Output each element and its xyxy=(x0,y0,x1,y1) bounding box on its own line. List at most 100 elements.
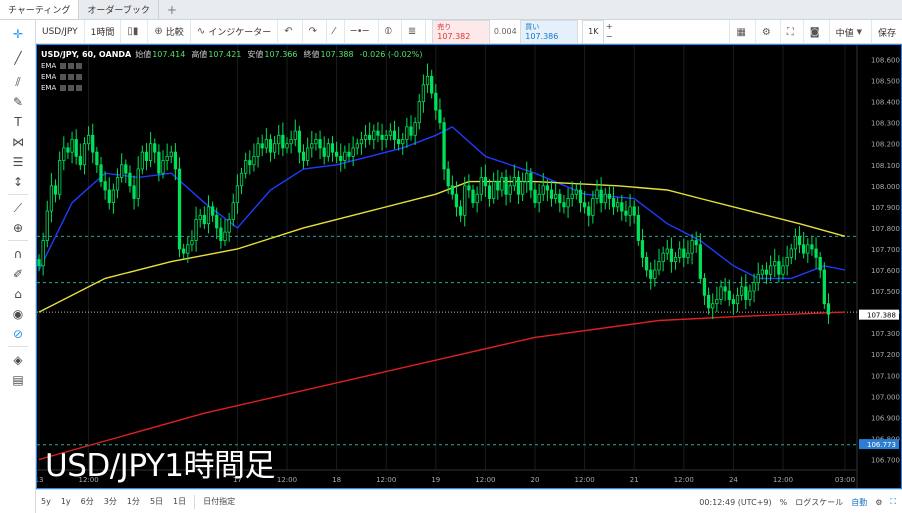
candle-body xyxy=(405,126,409,140)
tab-orderbook[interactable]: オーダーブック xyxy=(79,0,159,19)
add-tab-icon[interactable]: + xyxy=(159,0,185,19)
undo-button[interactable]: ↶ xyxy=(278,19,303,44)
tab-charting[interactable]: チャーティング xyxy=(0,0,80,19)
fullscreen-button[interactable]: ⛶ xyxy=(779,20,803,44)
candle-body xyxy=(467,185,471,191)
snapshot-button[interactable]: ◙ xyxy=(802,20,829,44)
candle-body xyxy=(153,143,157,153)
candle-body xyxy=(454,193,459,208)
indicator-row-2[interactable]: EMA xyxy=(41,71,428,82)
fib-tool-button[interactable]: ≣ xyxy=(402,19,427,44)
candle-body xyxy=(748,290,752,300)
pattern-icon[interactable]: ⋈ xyxy=(0,132,36,152)
candle-body xyxy=(363,134,368,140)
redo-button[interactable]: ↷ xyxy=(303,19,327,44)
expand-icon[interactable]: ⛶ xyxy=(890,497,896,507)
range-3m[interactable]: 3分 xyxy=(99,496,122,507)
layers-icon[interactable]: ◈ xyxy=(0,350,36,370)
candle-body xyxy=(49,185,54,212)
interval-selector[interactable]: 1時間 xyxy=(85,19,122,44)
clock[interactable]: 00:12:49 (UTC+9) xyxy=(699,498,771,507)
pitchfork-icon[interactable]: ⫽ xyxy=(0,72,36,92)
hline-tool-icon: ─•─ xyxy=(350,26,369,37)
candle-body xyxy=(297,130,302,153)
range-5y[interactable]: 5y xyxy=(36,497,56,506)
candle-body xyxy=(128,172,132,187)
chart-area[interactable]: 108.600 108.500 108.400 108.300 108.200 108.1… xyxy=(36,44,902,489)
range-1y[interactable]: 1y xyxy=(56,497,76,506)
candle-body xyxy=(549,189,554,199)
vline-tool-button[interactable]: ⦶ xyxy=(379,19,402,44)
candle-body xyxy=(711,303,715,309)
candle-body xyxy=(310,143,314,149)
hline-tool-button[interactable]: ─•─ xyxy=(345,19,379,44)
candle-body xyxy=(603,193,607,204)
range-6m[interactable]: 6分 xyxy=(76,496,99,507)
candle-body xyxy=(78,155,82,166)
candle-body xyxy=(136,168,140,199)
trendline-tool-button[interactable]: ⁄ xyxy=(327,19,345,44)
link-icon[interactable]: ⊘ xyxy=(0,324,36,344)
save-button[interactable]: 保存 xyxy=(870,20,902,44)
legend-symbol[interactable]: USD/JPY, 60, OANDA xyxy=(41,50,131,59)
text-icon[interactable]: T xyxy=(0,112,36,132)
indicator-row-1[interactable]: EMA xyxy=(41,60,428,71)
chart-settings-icon[interactable]: ⚙ xyxy=(875,498,882,507)
indicator-row-3[interactable]: EMA xyxy=(41,82,428,93)
candle-body xyxy=(120,164,124,178)
settings-button[interactable]: ⚙ xyxy=(754,20,780,44)
log-scale-toggle[interactable]: ログスケール xyxy=(795,497,843,508)
crosshair-icon[interactable]: ✛ xyxy=(0,24,36,44)
range-5d[interactable]: 5日 xyxy=(145,496,168,507)
candle-body xyxy=(562,202,566,208)
magnet-icon[interactable]: ∩ xyxy=(0,244,36,264)
x-tick-label: 03:00 xyxy=(835,476,855,484)
candle-body xyxy=(277,134,281,145)
compare-button[interactable]: ⊕ 比較 xyxy=(148,19,191,44)
candle-body xyxy=(826,303,831,315)
candle-body xyxy=(268,139,273,153)
candle-body xyxy=(95,151,99,166)
lock-drawing-icon[interactable]: ✐ xyxy=(0,264,36,284)
y-tick-label: 107.900 xyxy=(871,204,900,212)
lot-size-input[interactable]: 1K xyxy=(582,19,605,44)
candle-body xyxy=(483,177,488,187)
auto-scale-toggle[interactable]: 自動 xyxy=(851,497,867,508)
measure-icon[interactable]: ↕ xyxy=(0,172,36,192)
lot-stepper[interactable]: + − xyxy=(604,20,614,44)
bottom-right-controls: 00:12:49 (UTC+9) % ログスケール 自動 ⚙ ⛶ xyxy=(699,490,896,513)
zoom-in-icon[interactable]: ⊕ xyxy=(0,218,36,238)
candle-body xyxy=(132,185,136,199)
goto-date-button[interactable]: 日付指定 xyxy=(198,496,240,507)
candle-body xyxy=(595,189,599,199)
x-tick-label: 12:00 xyxy=(575,476,595,484)
trash-icon[interactable]: ▤ xyxy=(0,370,36,390)
candle-body xyxy=(607,193,612,199)
candle-body xyxy=(103,181,107,191)
x-tick-label: 12:00 xyxy=(475,476,495,484)
candle-body xyxy=(814,248,818,258)
eye-icon[interactable]: ◉ xyxy=(0,304,36,324)
candle-body xyxy=(376,130,380,136)
sell-button[interactable]: 売り 107.382 xyxy=(432,19,491,44)
lock-icon[interactable]: ⌂ xyxy=(0,284,36,304)
symbol-selector[interactable]: USD/JPY xyxy=(36,19,85,44)
brush-icon[interactable]: ✎ xyxy=(0,92,36,112)
range-1m[interactable]: 1分 xyxy=(122,496,145,507)
toolbar-right: ▦ ⚙ ⛶ ◙ 中値 ▼ 保存 xyxy=(729,20,902,44)
trendline-icon[interactable]: ╱ xyxy=(0,48,36,68)
indicators-button[interactable]: ∿ インジケーター xyxy=(191,19,279,44)
chart-type-button[interactable]: ▯▮ xyxy=(121,19,149,44)
candle-body xyxy=(731,299,736,305)
ruler-icon[interactable]: ⟋ xyxy=(0,198,36,218)
candle-body xyxy=(450,185,454,195)
fib-icon[interactable]: ☰ xyxy=(0,152,36,172)
price-source-select[interactable]: 中値 ▼ xyxy=(828,20,871,44)
percent-toggle[interactable]: % xyxy=(780,498,788,507)
buy-button[interactable]: 買い 107.386 xyxy=(520,19,579,44)
price-chart[interactable]: 108.600 108.500 108.400 108.300 108.200 108.1… xyxy=(37,45,901,488)
range-1d[interactable]: 1日 xyxy=(168,496,191,507)
candle-body xyxy=(322,147,326,157)
candle-body xyxy=(301,151,306,161)
layout-button[interactable]: ▦ xyxy=(729,20,754,44)
